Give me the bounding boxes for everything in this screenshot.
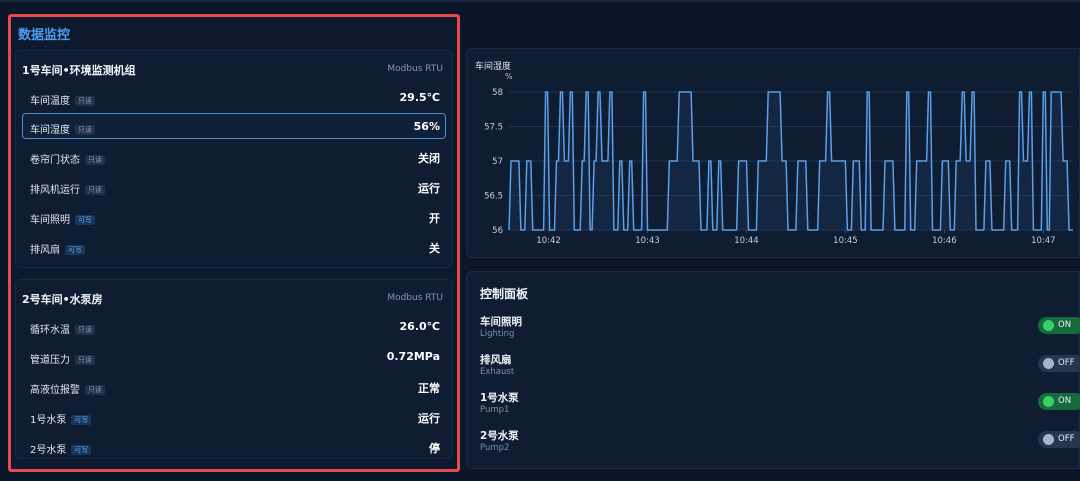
x-tick-label: 10:46 <box>932 236 957 246</box>
toggle-knob <box>1043 434 1054 445</box>
pump-1-toggle[interactable]: ON <box>1038 393 1080 410</box>
chart-y-unit: % <box>505 72 513 81</box>
data-row-level-alarm[interactable]: 高液位报警 只读 正常 <box>22 373 446 399</box>
row-value: 运行 <box>418 182 440 195</box>
row-value: 56% <box>413 120 440 133</box>
group-header: 2号车间•水泵房 Modbus RTU <box>16 280 452 310</box>
y-tick-label: 57 <box>492 157 503 167</box>
exhaust-toggle[interactable]: OFF <box>1038 355 1080 372</box>
control-name: 2号水泵 <box>480 430 519 442</box>
control-name: 车间照明 <box>480 316 522 328</box>
row-label: 1号水泵 <box>30 415 67 426</box>
row-value: 关闭 <box>418 152 440 165</box>
row-label: 排风机运行 <box>30 185 80 196</box>
x-tick-label: 10:42 <box>536 236 561 246</box>
data-row-fan-running[interactable]: 排风机运行 只读 运行 <box>22 173 446 199</box>
toggle-state: ON <box>1058 396 1072 406</box>
y-tick-label: 56 <box>492 226 503 236</box>
toggle-state: ON <box>1058 320 1072 330</box>
pump-2-toggle[interactable]: OFF <box>1038 431 1080 448</box>
y-tick-label: 56.5 <box>484 192 503 202</box>
readonly-tag: 只读 <box>75 125 95 135</box>
row-value: 0.72MPa <box>386 350 440 363</box>
device-group-pump-room: 2号车间•水泵房 Modbus RTU 循环水温 只读 26.0℃ 管道压力 只读 … <box>15 279 453 459</box>
y-tick-label: 57.5 <box>484 123 503 133</box>
control-subtitle: Pump1 <box>480 405 510 415</box>
data-row-door-state[interactable]: 卷帘门状态 只读 关闭 <box>22 143 446 169</box>
group-title: 2号车间•水泵房 <box>22 293 103 306</box>
group-title: 1号车间•环境监测机组 <box>22 64 136 77</box>
toggle-knob <box>1043 358 1054 369</box>
row-label: 2号水泵 <box>30 445 67 456</box>
row-value: 关 <box>429 242 440 255</box>
readonly-tag: 只读 <box>75 96 95 106</box>
control-row-pump-1: 1号水泵 Pump1 ON <box>480 390 1080 420</box>
control-panel-title: 控制面板 <box>480 287 529 301</box>
y-tick-label: 58 <box>492 88 503 98</box>
row-value: 正常 <box>418 382 440 395</box>
writable-tag: 可写 <box>65 245 85 255</box>
row-value: 29.5℃ <box>399 91 440 104</box>
row-label: 车间照明 <box>30 215 70 226</box>
row-value: 26.0℃ <box>399 320 440 333</box>
x-tick-label: 10:47 <box>1031 236 1056 246</box>
row-label: 高液位报警 <box>30 385 80 396</box>
top-strip <box>0 0 1080 2</box>
readonly-tag: 只读 <box>85 185 105 195</box>
row-label: 车间温度 <box>30 96 70 107</box>
data-monitor-panel: 数据监控 1号车间•环境监测机组 Modbus RTU 车间温度 只读 29.5℃… <box>8 14 460 472</box>
humidity-chart: 56 56.5 57 57.5 58 10:42 10:43 10:44 10:45 10:46 1… <box>484 88 1073 246</box>
row-label: 排风扇 <box>30 245 60 256</box>
chart-title: 车间湿度 <box>475 62 512 72</box>
readonly-tag: 只读 <box>75 355 95 365</box>
humidity-chart-card: 56 56.5 57 57.5 58 10:42 10:43 10:44 10:45 10:46 1… <box>466 48 1080 258</box>
writable-tag: 可写 <box>71 445 92 455</box>
data-row-temperature[interactable]: 车间温度 只读 29.5℃ <box>22 84 446 110</box>
writable-tag: 可写 <box>71 415 92 425</box>
monitor-title: 数据监控 <box>18 28 71 43</box>
control-subtitle: Pump2 <box>480 443 510 453</box>
toggle-knob <box>1043 320 1054 331</box>
lighting-toggle[interactable]: ON <box>1038 317 1080 334</box>
group-header: 1号车间•环境监测机组 Modbus RTU <box>16 51 452 81</box>
control-name: 1号水泵 <box>480 392 519 404</box>
toggle-knob <box>1043 396 1054 407</box>
row-label: 卷帘门状态 <box>30 155 80 166</box>
x-tick-label: 10:43 <box>635 236 660 246</box>
control-row-exhaust: 排风扇 Exhaust OFF <box>480 352 1080 382</box>
readonly-tag: 只读 <box>75 325 95 335</box>
control-panel: 控制面板 车间照明 Lighting ON 排风扇 Exhaust OFF 1号… <box>466 271 1080 469</box>
group-protocol: Modbus RTU <box>387 64 443 74</box>
readonly-tag: 只读 <box>85 385 105 395</box>
data-row-humidity[interactable]: 车间湿度 只读 56% <box>22 113 446 139</box>
control-row-pump-2: 2号水泵 Pump2 OFF <box>480 428 1080 458</box>
group-protocol: Modbus RTU <box>387 293 443 303</box>
toggle-state: OFF <box>1058 358 1075 368</box>
data-row-pump-2[interactable]: 2号水泵 可写 停 <box>22 433 446 459</box>
data-row-pipe-pressure[interactable]: 管道压力 只读 0.72MPa <box>22 343 446 369</box>
row-value: 开 <box>429 212 440 225</box>
device-group-workshop-1: 1号车间•环境监测机组 Modbus RTU 车间温度 只读 29.5℃ 车间湿度… <box>15 50 453 268</box>
row-value: 停 <box>429 442 440 455</box>
x-tick-label: 10:44 <box>734 236 759 246</box>
row-label: 车间湿度 <box>30 125 70 136</box>
row-label: 循环水温 <box>30 325 70 336</box>
data-row-lighting[interactable]: 车间照明 可写 开 <box>22 203 446 229</box>
readonly-tag: 只读 <box>85 155 105 165</box>
row-value: 运行 <box>418 412 440 425</box>
control-subtitle: Lighting <box>480 329 515 339</box>
row-label: 管道压力 <box>30 355 70 366</box>
control-subtitle: Exhaust <box>480 367 515 377</box>
data-row-pump-1[interactable]: 1号水泵 可写 运行 <box>22 403 446 429</box>
data-row-water-temp[interactable]: 循环水温 只读 26.0℃ <box>22 313 446 339</box>
writable-tag: 可写 <box>75 215 95 225</box>
data-row-exhaust-fan[interactable]: 排风扇 可写 关 <box>22 233 446 259</box>
toggle-state: OFF <box>1058 434 1075 444</box>
control-row-lighting: 车间照明 Lighting ON <box>480 314 1080 344</box>
x-tick-label: 10:45 <box>833 236 858 246</box>
control-name: 排风扇 <box>480 354 512 366</box>
